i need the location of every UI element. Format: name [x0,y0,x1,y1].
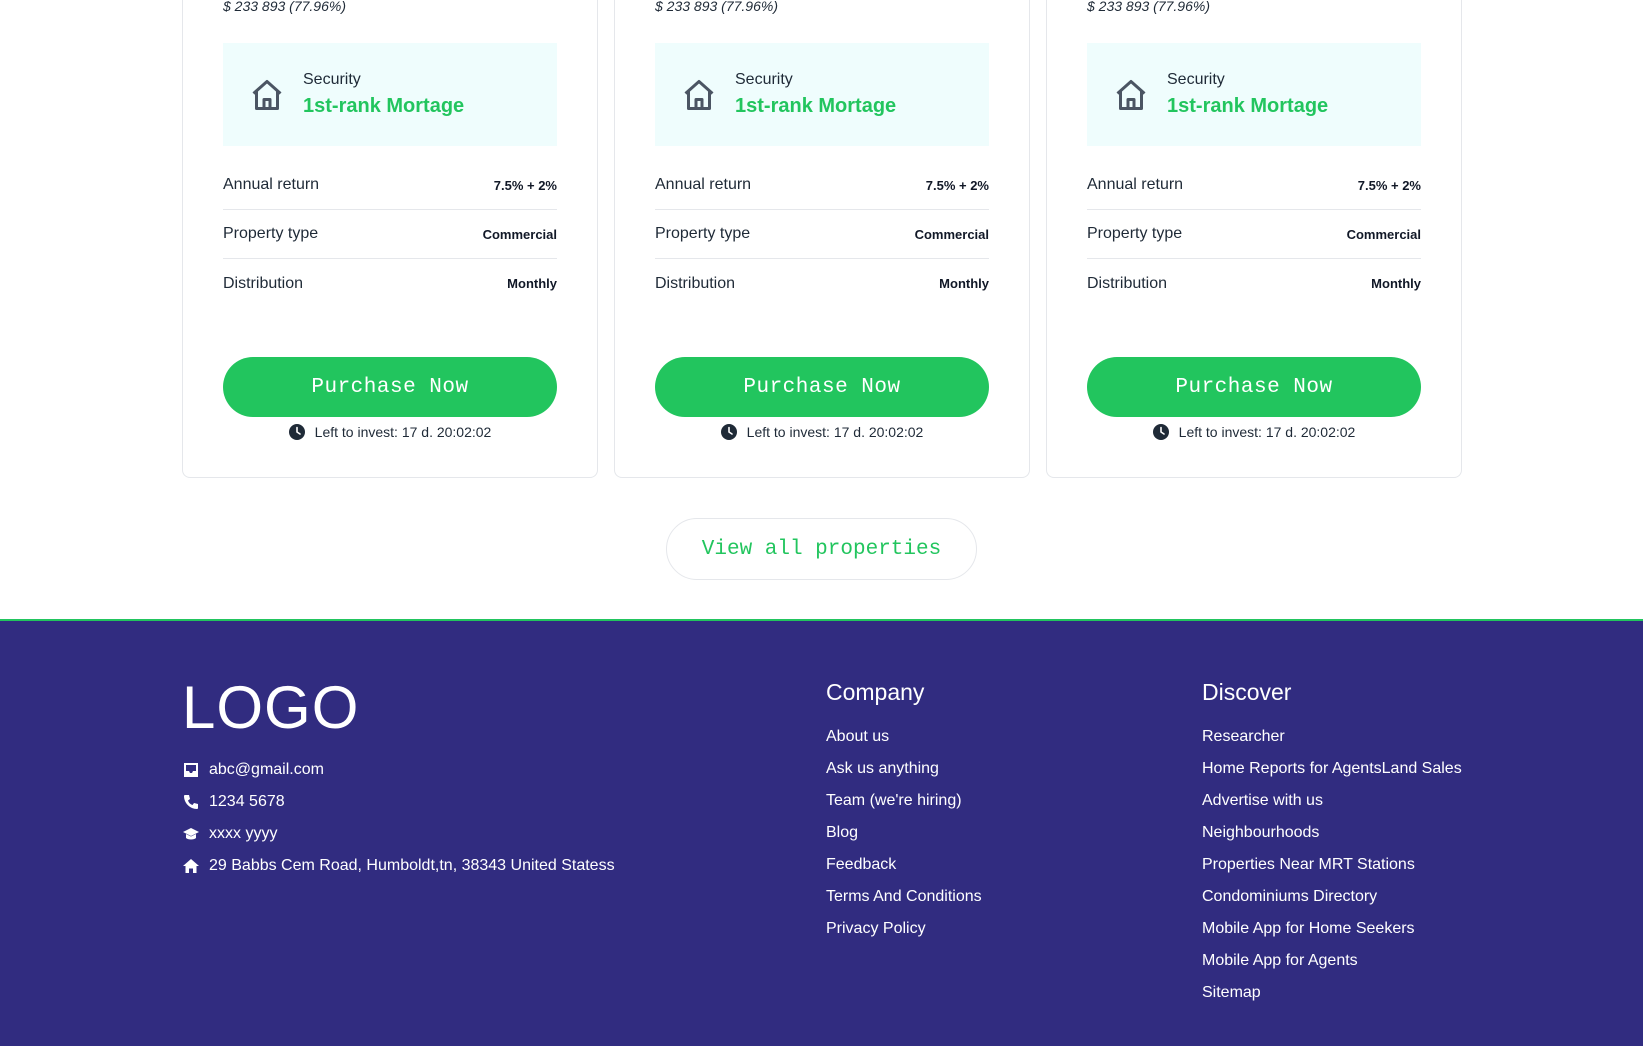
property-card: $ 233 893 (77.96%) Security 1st-rank Mor… [614,0,1030,478]
detail-row-annual-return: Annual return 7.5% + 2% [223,161,557,210]
home-icon [183,859,199,873]
security-box: Security 1st-rank Mortage [655,43,989,146]
detail-label: Annual return [655,176,752,193]
footer-link-about-us[interactable]: About us [826,721,982,753]
detail-value: Commercial [482,226,557,242]
detail-value: 7.5% + 2% [493,177,557,193]
contact-address-text: 29 Babbs Cem Road, Humboldt,tn, 38343 Un… [209,857,615,874]
contact-other-text: xxxx yyyy [209,825,278,842]
purchase-now-button[interactable]: Purchase Now [1087,357,1421,417]
detail-value: Commercial [914,226,989,242]
property-details: Annual return 7.5% + 2% Property type Co… [223,161,557,308]
footer-link-ask-us-anything[interactable]: Ask us anything [826,753,982,785]
detail-label: Distribution [223,274,304,292]
detail-row-distribution: Distribution Monthly [223,259,557,308]
site-footer: LOGO abc@gmail.com 1234 5678 xxxx yyyy 2… [0,619,1643,1046]
purchase-now-button[interactable]: Purchase Now [655,357,989,417]
footer-link-team[interactable]: Team (we're hiring) [826,785,982,817]
detail-label: Property type [1087,225,1183,242]
footer-link-advertise[interactable]: Advertise with us [1202,785,1462,817]
detail-label: Distribution [655,274,736,292]
property-details: Annual return 7.5% + 2% Property type Co… [1087,161,1421,308]
footer-link-blog[interactable]: Blog [826,817,982,849]
footer-link-condominiums-directory[interactable]: Condominiums Directory [1202,881,1462,913]
timer-text: Left to invest: 17 d. 20:02:02 [314,424,492,440]
raised-amount: $ 233 893 (77.96%) [223,0,346,14]
property-card: $ 233 893 (77.96%) Security 1st-rank Mor… [182,0,598,478]
footer-link-mobile-app-home-seekers[interactable]: Mobile App for Home Seekers [1202,913,1462,945]
clock-icon [288,424,305,440]
footer-company-column: Company About us Ask us anything Team (w… [826,679,982,945]
clock-icon [720,424,737,440]
security-value: 1st-rank Mortage [1167,95,1329,117]
security-value: 1st-rank Mortage [303,95,465,117]
phone-icon [184,795,198,809]
detail-label: Annual return [1087,176,1184,193]
company-title: Company [826,679,925,705]
detail-value: 7.5% + 2% [925,177,989,193]
footer-link-feedback[interactable]: Feedback [826,849,982,881]
house-icon [684,79,714,110]
detail-label: Distribution [1087,274,1168,292]
clock-icon [1152,424,1169,440]
detail-row-annual-return: Annual return 7.5% + 2% [655,161,989,210]
timer-text: Left to invest: 17 d. 20:02:02 [1178,424,1356,440]
house-icon [1116,79,1146,110]
contact-email-text[interactable]: abc@gmail.com [209,761,324,779]
detail-value: Monthly [507,276,557,291]
footer-discover-column: Discover Researcher Home Reports for Age… [1202,679,1462,1009]
security-label: Security [1167,71,1225,88]
raised-amount: $ 233 893 (77.96%) [1087,0,1210,14]
invest-timer: Left to invest: 17 d. 20:02:02 [615,424,1029,440]
raised-amount: $ 233 893 (77.96%) [655,0,778,14]
property-cards: $ 233 893 (77.96%) Security 1st-rank Mor… [182,0,1462,478]
contact-address: 29 Babbs Cem Road, Humboldt,tn, 38343 Un… [182,850,615,882]
contact-phone: 1234 5678 [182,786,615,818]
graduation-cap-icon [183,828,199,840]
detail-label: Annual return [223,176,320,193]
purchase-now-button[interactable]: Purchase Now [223,357,557,417]
security-box: Security 1st-rank Mortage [1087,43,1421,146]
view-all-properties-button[interactable]: View all properties [666,518,977,580]
footer-link-researcher[interactable]: Researcher [1202,721,1462,753]
detail-row-property-type: Property type Commercial [655,210,989,259]
security-box: Security 1st-rank Mortage [223,43,557,146]
footer-link-home-reports[interactable]: Home Reports for AgentsLand Sales [1202,753,1462,785]
contact-phone-text[interactable]: 1234 5678 [209,793,285,811]
house-icon [252,79,282,110]
security-label: Security [303,71,361,88]
invest-timer: Left to invest: 17 d. 20:02:02 [183,424,597,440]
contact-info: abc@gmail.com 1234 5678 xxxx yyyy 29 Bab… [182,754,615,882]
footer-link-terms[interactable]: Terms And Conditions [826,881,982,913]
discover-title: Discover [1202,679,1292,705]
detail-label: Property type [655,225,751,242]
detail-row-distribution: Distribution Monthly [655,259,989,308]
detail-row-annual-return: Annual return 7.5% + 2% [1087,161,1421,210]
property-details: Annual return 7.5% + 2% Property type Co… [655,161,989,308]
timer-text: Left to invest: 17 d. 20:02:02 [746,424,924,440]
security-value: 1st-rank Mortage [735,95,897,117]
detail-value: 7.5% + 2% [1357,177,1421,193]
detail-value: Monthly [939,276,989,291]
footer-link-sitemap[interactable]: Sitemap [1202,977,1462,1009]
contact-email: abc@gmail.com [182,754,615,786]
footer-link-mobile-app-agents[interactable]: Mobile App for Agents [1202,945,1462,977]
inbox-icon [184,763,198,777]
invest-timer: Left to invest: 17 d. 20:02:02 [1047,424,1461,440]
security-label: Security [735,71,793,88]
detail-row-distribution: Distribution Monthly [1087,259,1421,308]
detail-value: Commercial [1346,226,1421,242]
footer-link-privacy-policy[interactable]: Privacy Policy [826,913,982,945]
footer-link-properties-near-mrt[interactable]: Properties Near MRT Stations [1202,849,1462,881]
detail-row-property-type: Property type Commercial [223,210,557,259]
detail-label: Property type [223,225,319,242]
property-card: $ 233 893 (77.96%) Security 1st-rank Mor… [1046,0,1462,478]
footer-link-neighbourhoods[interactable]: Neighbourhoods [1202,817,1462,849]
contact-other: xxxx yyyy [182,818,615,850]
detail-row-property-type: Property type Commercial [1087,210,1421,259]
footer-logo[interactable]: LOGO [182,673,359,742]
detail-value: Monthly [1371,276,1421,291]
